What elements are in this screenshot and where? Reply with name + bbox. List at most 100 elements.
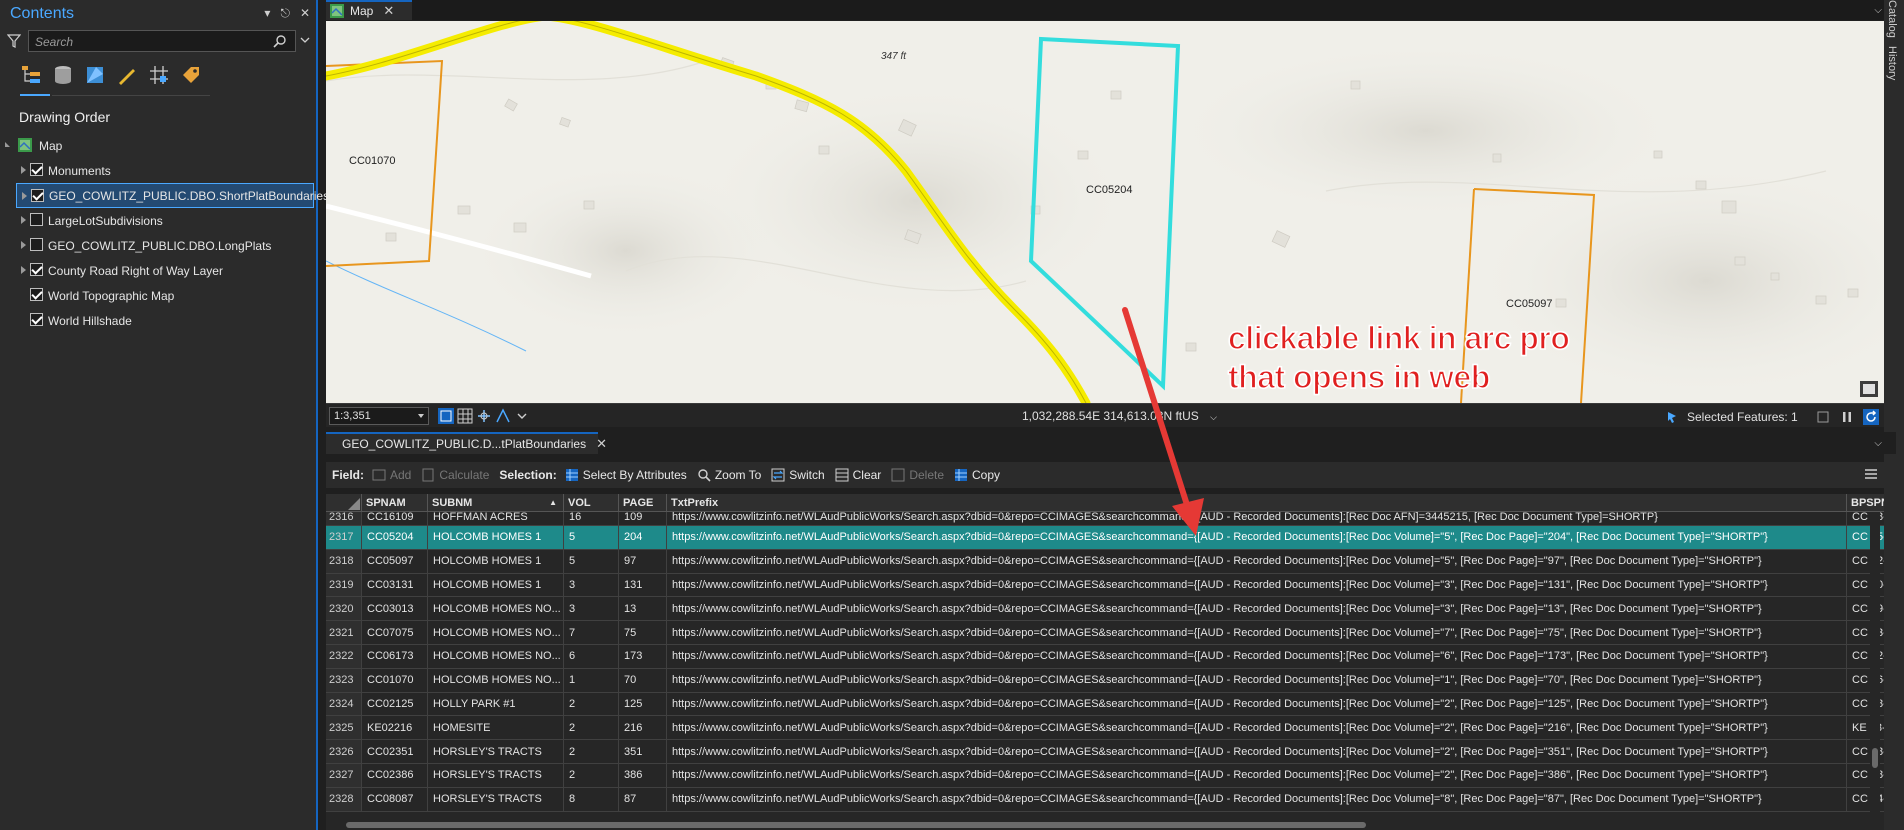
close-icon[interactable]: ✕ xyxy=(596,436,607,452)
table-row[interactable]: 2317 CC05204 HOLCOMB HOMES 1 5 204 https://ww… xyxy=(326,526,1884,550)
pause-icon[interactable] xyxy=(1840,410,1854,424)
select-all-corner[interactable] xyxy=(326,494,362,512)
table-row[interactable]: 2320 CC03013 HOLCOMB HOMES NO... 3 13 https:/… xyxy=(326,597,1884,622)
list-by-snapping-icon[interactable] xyxy=(148,64,170,86)
chevron-down-icon[interactable] xyxy=(418,414,424,418)
scrollbar-thumb[interactable] xyxy=(346,822,1366,828)
list-by-labeling-icon[interactable] xyxy=(180,64,202,86)
search-icon[interactable] xyxy=(273,34,287,48)
cell-txtprefix-link[interactable]: https://www.cowlitzinfo.net/WLAudPublicW… xyxy=(667,573,1847,597)
layer-visibility-checkbox[interactable] xyxy=(30,238,43,251)
history-tab[interactable]: History xyxy=(1886,46,1898,80)
layer-visibility-checkbox[interactable] xyxy=(30,288,43,301)
column-header-spnam[interactable]: SPNAM xyxy=(362,494,428,512)
tab-attribute-table[interactable]: GEO_COWLITZ_PUBLIC.D...tPlatBoundaries ✕ xyxy=(326,432,607,454)
cell-txtprefix-link[interactable]: https://www.cowlitzinfo.net/WLAudPublicW… xyxy=(667,668,1847,692)
switch-selection-button[interactable]: Switch xyxy=(771,468,825,482)
cell-txtprefix-link[interactable]: https://www.cowlitzinfo.net/WLAudPublicW… xyxy=(667,740,1847,763)
table-row[interactable]: 2323 CC01070 HOLCOMB HOMES NO... 1 70 https:/… xyxy=(326,668,1884,693)
map-canvas[interactable]: CC01070 CC05204 CC05097 347 ft xyxy=(326,21,1884,403)
refresh-dropdown-icon[interactable] xyxy=(514,408,530,424)
table-row[interactable]: 2322 CC06173 HOLCOMB HOMES NO... 6 173 https:… xyxy=(326,644,1884,669)
coordinate-readout[interactable]: 1,032,288.54E 314,613.03N ftUS ⌵ xyxy=(1022,409,1217,423)
chevron-down-icon[interactable]: ⌵ xyxy=(1874,438,1882,449)
column-header-page[interactable]: PAGE xyxy=(619,494,667,512)
layer-row[interactable]: World Hillshade xyxy=(0,308,316,333)
table-row[interactable]: 2325 KE02216 HOMESITE 2 216 https://www.cowli… xyxy=(326,716,1884,741)
table-row[interactable]: 2327 CC02386 HORSLEY'S TRACTS 2 386 https://w… xyxy=(326,763,1884,788)
table-options-menu-icon[interactable] xyxy=(1864,468,1878,480)
layer-visibility-checkbox[interactable] xyxy=(30,163,43,176)
expander-open-icon[interactable] xyxy=(5,142,10,147)
tab-map[interactable]: Map ✕ xyxy=(326,0,412,20)
zoom-to-button[interactable]: Zoom To xyxy=(697,468,761,482)
cell-txtprefix-link[interactable]: https://www.cowlitzinfo.net/WLAudPublicW… xyxy=(667,763,1847,787)
column-header-subnm[interactable]: SUBNM ▲ xyxy=(428,494,564,512)
column-header-bpspnu[interactable]: BPSPNu xyxy=(1847,494,1884,512)
layer-row[interactable]: GEO_COWLITZ_PUBLIC.DBO.ShortPlatBoundari… xyxy=(16,183,329,208)
close-icon[interactable]: ✕ xyxy=(383,3,394,19)
filter-icon[interactable] xyxy=(7,34,21,48)
layer-visibility-checkbox[interactable] xyxy=(30,313,43,326)
table-toggle-icon[interactable] xyxy=(1817,411,1829,423)
table-row[interactable]: 2324 CC02125 HOLLY PARK #1 2 125 https://www.… xyxy=(326,692,1884,717)
expander-collapsed-icon[interactable] xyxy=(22,192,27,200)
list-by-selection-icon[interactable] xyxy=(84,64,106,86)
table-row[interactable]: 2319 CC03131 HOLCOMB HOMES 1 3 131 https://ww… xyxy=(326,573,1884,598)
calculate-field-button[interactable]: Calculate xyxy=(421,468,489,482)
grid-icon[interactable] xyxy=(457,408,473,424)
cell-txtprefix-link[interactable]: https://www.cowlitzinfo.net/WLAudPublicW… xyxy=(667,692,1847,716)
snapping-icon[interactable] xyxy=(495,408,511,424)
cell-txtprefix-link[interactable]: https://www.cowlitzinfo.net/WLAudPublicW… xyxy=(667,512,1847,525)
table-row[interactable]: 2318 CC05097 HOLCOMB HOMES 1 5 97 https://www… xyxy=(326,549,1884,574)
layer-row[interactable]: LargeLotSubdivisions xyxy=(0,208,316,233)
layer-row[interactable]: GEO_COWLITZ_PUBLIC.DBO.LongPlats xyxy=(0,233,316,258)
layer-row[interactable]: Monuments xyxy=(0,158,316,183)
map-node[interactable]: Map xyxy=(0,133,316,158)
table-vertical-scrollbar[interactable] xyxy=(1870,512,1880,818)
layer-visibility-checkbox[interactable] xyxy=(31,189,44,202)
cell-txtprefix-link[interactable]: https://www.cowlitzinfo.net/WLAudPublicW… xyxy=(667,597,1847,621)
cell-txtprefix-link[interactable]: https://www.cowlitzinfo.net/WLAudPublicW… xyxy=(667,716,1847,740)
close-icon[interactable]: ✕ xyxy=(300,6,310,21)
clear-selection-button[interactable]: Clear xyxy=(835,468,881,482)
catalog-tab[interactable]: Catalog xyxy=(1886,0,1898,38)
pin-icon[interactable]: ⎋ xyxy=(280,6,290,21)
chevron-down-icon[interactable]: ⌵ xyxy=(1874,5,1882,16)
layer-row[interactable]: County Road Right of Way Layer xyxy=(0,258,316,283)
list-by-data-source-icon[interactable] xyxy=(52,64,74,86)
cell-txtprefix-link[interactable]: https://www.cowlitzinfo.net/WLAudPublicW… xyxy=(667,549,1847,573)
expander-collapsed-icon[interactable] xyxy=(21,266,26,274)
table-row[interactable]: 2326 CC02351 HORSLEY'S TRACTS 2 351 https://w… xyxy=(326,740,1884,764)
cell-txtprefix-link[interactable]: https://www.cowlitzinfo.net/WLAudPublicW… xyxy=(667,526,1847,549)
list-by-drawing-order-icon[interactable] xyxy=(20,64,42,86)
layer-row[interactable]: World Topographic Map xyxy=(0,283,316,308)
contents-search-input[interactable]: Search xyxy=(28,30,296,52)
table-horizontal-scrollbar[interactable] xyxy=(326,820,1884,830)
column-header-txtprefix[interactable]: TxtPrefix xyxy=(667,494,1847,512)
expander-collapsed-icon[interactable] xyxy=(21,216,26,224)
cell-txtprefix-link[interactable]: https://www.cowlitzinfo.net/WLAudPublicW… xyxy=(667,644,1847,668)
navigator-icon[interactable] xyxy=(476,408,492,424)
pane-options-icon[interactable]: ▾ xyxy=(264,6,270,21)
cell-txtprefix-link[interactable]: https://www.cowlitzinfo.net/WLAudPublicW… xyxy=(667,621,1847,644)
delete-button[interactable]: Delete xyxy=(891,468,944,482)
expander-collapsed-icon[interactable] xyxy=(21,241,26,249)
table-row[interactable]: 2321 CC07075 HOLCOMB HOMES NO... 7 75 https:/… xyxy=(326,621,1884,645)
list-by-editing-icon[interactable] xyxy=(116,64,138,86)
select-by-attributes-button[interactable]: Select By Attributes xyxy=(565,468,687,482)
refresh-icon[interactable] xyxy=(1862,409,1879,425)
copy-button[interactable]: Copy xyxy=(954,468,1000,482)
layer-visibility-checkbox[interactable] xyxy=(30,213,43,226)
cell-txtprefix-link[interactable]: https://www.cowlitzinfo.net/WLAudPublicW… xyxy=(667,787,1847,811)
map-view[interactable]: CC01070 CC05204 CC05097 347 ft xyxy=(326,21,1884,403)
expander-collapsed-icon[interactable] xyxy=(21,166,26,174)
scrollbar-thumb[interactable] xyxy=(1872,748,1878,768)
add-field-button[interactable]: Add xyxy=(372,468,411,482)
selected-features-indicator[interactable]: Selected Features: 1 xyxy=(1666,409,1879,425)
scale-selector[interactable]: 1:3,351 xyxy=(329,407,429,425)
column-header-vol[interactable]: VOL xyxy=(564,494,619,512)
chevron-down-icon[interactable] xyxy=(300,36,310,44)
table-row[interactable]: 2316 CC16109 HOFFMAN ACRES 16 109 https://www… xyxy=(326,512,1884,526)
layer-visibility-checkbox[interactable] xyxy=(30,263,43,276)
